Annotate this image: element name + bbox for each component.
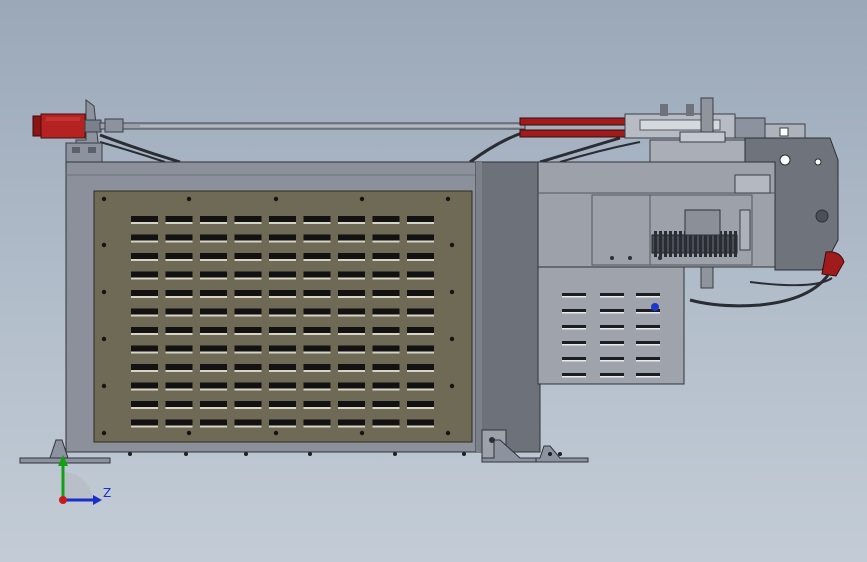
- z-axis-label: Z: [103, 486, 111, 500]
- cad-viewport[interactable]: Z: [0, 0, 867, 562]
- indicator-light: [651, 303, 659, 311]
- bending-machine-drawing: Z: [19, 97, 845, 505]
- center-column: [475, 161, 541, 453]
- x-axis-origin: [59, 496, 67, 504]
- electrical-box: [537, 266, 685, 385]
- clamp-handle: [821, 251, 845, 277]
- main-cabinet: [65, 161, 479, 453]
